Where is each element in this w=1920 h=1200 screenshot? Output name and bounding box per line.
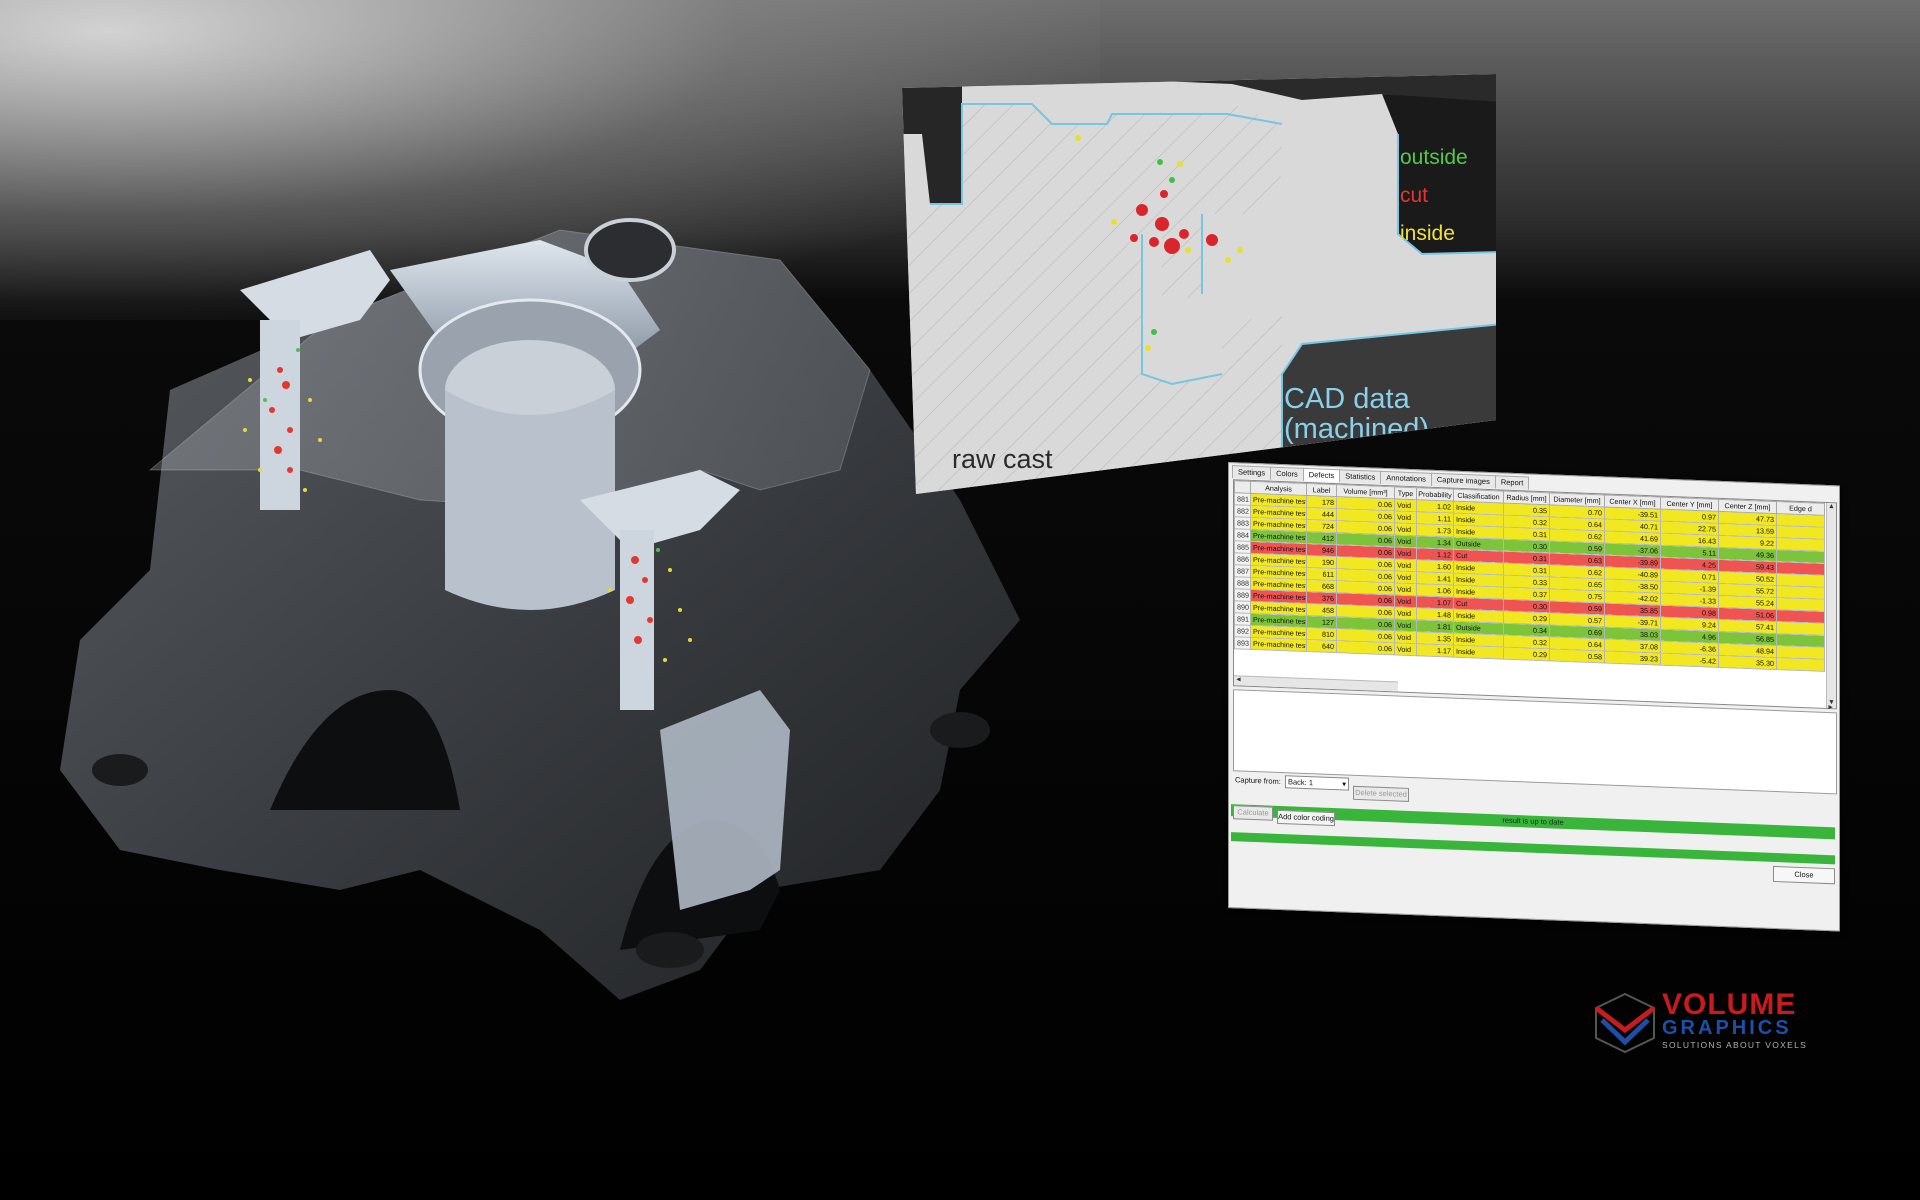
tab-capture-images[interactable]: Capture images xyxy=(1430,472,1496,489)
cell-id: 882 xyxy=(1234,504,1251,518)
legend-cut: cut xyxy=(1400,184,1429,207)
ct-slice-image xyxy=(902,74,1496,494)
cell-type: Void xyxy=(1394,570,1417,584)
cell-type: Void xyxy=(1394,618,1417,632)
scroll-left-icon[interactable]: ◄ xyxy=(1235,676,1242,683)
tab-colors[interactable]: Colors xyxy=(1270,466,1304,481)
cell-label: 640 xyxy=(1306,639,1337,653)
cell-volume: 0.06 xyxy=(1336,640,1395,655)
scroll-right-icon[interactable]: ► xyxy=(1827,704,1834,711)
cad-data-label-line2: (machined) xyxy=(1284,413,1430,445)
cell-label: 611 xyxy=(1306,567,1337,581)
cad-data-label: CAD data (machined) xyxy=(1284,384,1429,444)
cell-cx: 39.23 xyxy=(1604,650,1661,666)
column-header[interactable]: Label xyxy=(1306,483,1337,497)
cell-label: 127 xyxy=(1306,615,1337,629)
cell-type: Void xyxy=(1394,498,1417,512)
cell-id: 891 xyxy=(1234,612,1251,626)
tab-annotations[interactable]: Annotations xyxy=(1380,470,1432,486)
tab-report[interactable]: Report xyxy=(1494,475,1530,490)
close-button[interactable]: Close xyxy=(1773,865,1835,885)
logo-volume-text: VOLUME xyxy=(1662,988,1797,1021)
cell-type: Void xyxy=(1394,558,1417,572)
legend-inside: inside xyxy=(1400,222,1455,245)
cell-id: 892 xyxy=(1234,624,1251,638)
cast-part-3d-view xyxy=(60,218,1020,1000)
cell-label: 444 xyxy=(1306,507,1337,521)
cell-id: 890 xyxy=(1234,600,1251,614)
cell-id: 884 xyxy=(1234,528,1251,542)
chevron-down-icon: ▾ xyxy=(1342,779,1346,789)
cell-cy: -5.42 xyxy=(1660,653,1719,668)
column-header[interactable] xyxy=(1234,480,1251,494)
calculate-button[interactable]: Calculate xyxy=(1233,805,1273,821)
cell-diam: 0.58 xyxy=(1549,648,1605,663)
cell-id: 888 xyxy=(1234,576,1251,590)
cell-type: Void xyxy=(1394,582,1417,596)
cad-data-label-line1: CAD data xyxy=(1284,383,1410,415)
cell-type: Void xyxy=(1394,630,1417,644)
add-color-coding-button[interactable]: Add color coding xyxy=(1277,809,1335,827)
logo-graphics-text: GRAPHICS xyxy=(1662,1017,1792,1039)
cell-id: 881 xyxy=(1234,492,1251,506)
table-body: 881 Pre-machine test 178 0.06 Void 1.02 Inside… xyxy=(1234,492,1825,672)
cell-id: 893 xyxy=(1234,636,1251,650)
column-header[interactable]: Type xyxy=(1394,486,1417,500)
defects-table-container: Analysis Label Volume [mm³] Type Probability… xyxy=(1233,479,1837,710)
horizontal-scrollbar[interactable]: ◄ xyxy=(1234,675,1398,692)
cell-label: 458 xyxy=(1306,603,1337,617)
cell-type: Void xyxy=(1394,594,1417,608)
cell-type: Void xyxy=(1394,606,1417,620)
cell-label: 376 xyxy=(1306,591,1337,605)
cell-type: Void xyxy=(1394,546,1417,560)
volume-graphics-logo: VOLUME GRAPHICS SOLUTIONS ABOUT VOXELS xyxy=(1592,990,1842,1060)
cell-id: 889 xyxy=(1234,588,1251,602)
legend-outside: outside xyxy=(1400,146,1468,169)
cell-label: 178 xyxy=(1306,495,1337,509)
logo-tagline: SOLUTIONS ABOUT VOXELS xyxy=(1662,1040,1808,1050)
cell-radius: 0.29 xyxy=(1503,647,1550,661)
cell-cz: 35.30 xyxy=(1718,655,1777,670)
vertical-scrollbar[interactable]: ▲ ▼ xyxy=(1826,502,1836,709)
tab-statistics[interactable]: Statistics xyxy=(1339,469,1382,484)
cell-label: 724 xyxy=(1306,519,1337,533)
cell-label: 668 xyxy=(1306,579,1337,593)
tab-settings[interactable]: Settings xyxy=(1232,465,1272,480)
cell-analysis: Pre-machine test xyxy=(1250,637,1307,652)
capture-from-label: Capture from: xyxy=(1235,775,1281,787)
cell-id: 883 xyxy=(1234,516,1251,530)
capture-from-select[interactable]: Back: 1 ▾ xyxy=(1285,775,1349,791)
cell-label: 946 xyxy=(1306,543,1337,557)
cell-type: Void xyxy=(1394,522,1417,536)
tab-defects[interactable]: Defects xyxy=(1302,467,1341,483)
cell-type: Void xyxy=(1394,642,1417,656)
defect-analysis-window: Settings Colors Defects Statistics Annotatio… xyxy=(1228,462,1840,932)
cell-id: 887 xyxy=(1234,564,1251,578)
defects-table: Analysis Label Volume [mm³] Type Probability… xyxy=(1234,480,1825,672)
cell-class: Inside xyxy=(1453,645,1504,660)
cell-id: 885 xyxy=(1234,540,1251,554)
scroll-up-icon[interactable]: ▲ xyxy=(1828,503,1835,510)
capture-from-value: Back: 1 xyxy=(1288,777,1314,788)
cell-prob: 1.17 xyxy=(1416,643,1454,658)
logo-cube-icon xyxy=(1594,992,1656,1054)
cell-id: 886 xyxy=(1234,552,1251,566)
cell-type: Void xyxy=(1394,534,1417,548)
cell-edge xyxy=(1776,657,1825,672)
cell-type: Void xyxy=(1394,510,1417,524)
delete-selected-button[interactable]: Delete selected xyxy=(1353,785,1409,802)
cell-label: 810 xyxy=(1306,627,1337,641)
raw-cast-label: raw cast xyxy=(952,444,1053,474)
ct-slice-panel: raw cast CAD data (machined) outside cut… xyxy=(902,74,1502,494)
progress-bar xyxy=(1231,832,1835,865)
cell-label: 412 xyxy=(1306,531,1337,545)
cell-label: 190 xyxy=(1306,555,1337,569)
